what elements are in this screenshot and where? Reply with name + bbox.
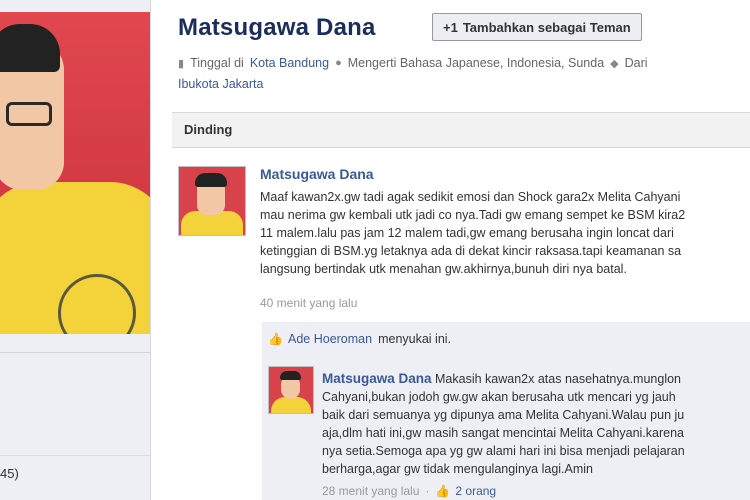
add-friend-icon: +1 xyxy=(443,19,458,35)
left-divider xyxy=(0,352,150,353)
profile-info-line: ▮ Tinggal di Kota Bandung ● Mengerti Bah… xyxy=(178,56,648,70)
profile-name: Matsugawa Dana xyxy=(178,14,376,41)
liker-name-link[interactable]: Ade Hoeroman xyxy=(288,332,372,346)
comment-line: nya setia.Semoga apa yg gw alami hari in… xyxy=(322,444,685,458)
post-line: 11 malem.lalu pas jam 12 malem tadi,gw e… xyxy=(260,226,674,240)
add-friend-button[interactable]: +1 Tambahkan sebagai Teman xyxy=(432,13,642,41)
lives-city-link[interactable]: Kota Bandung xyxy=(250,56,329,70)
comment-avatar[interactable] xyxy=(268,366,314,414)
wall-tab-bar: Dinding xyxy=(172,112,750,148)
comment-line: Cahyani,bukan jodoh gw.gw akan berusaha … xyxy=(322,390,676,404)
post-line: Maaf kawan2x.gw tadi agak sedikit emosi … xyxy=(260,190,681,204)
comment-line: aja,dlm hati ini,gw masih sangat mencint… xyxy=(322,426,684,440)
home-icon: ▮ xyxy=(178,57,185,70)
post-timestamp[interactable]: 40 menit yang lalu xyxy=(260,296,357,310)
column-divider xyxy=(150,0,151,500)
comment-line: baik dari semuanya yg dipunya ama Melita… xyxy=(322,408,685,422)
comment-meta: 28 menit yang lalu · 👍 2 orang xyxy=(322,484,496,498)
likes-suffix: menyukai ini. xyxy=(378,332,452,346)
from-label: Dari xyxy=(624,56,648,70)
comment-timestamp[interactable]: 28 menit yang lalu xyxy=(322,484,419,498)
tab-wall[interactable]: Dinding xyxy=(184,122,232,137)
post-author-link[interactable]: Matsugawa Dana xyxy=(260,166,374,182)
profile-info-line-2: Ibukota Jakarta xyxy=(178,77,263,91)
comment-author-link[interactable]: Matsugawa Dana xyxy=(322,371,432,386)
from-place-link[interactable]: Ibukota Jakarta xyxy=(178,77,263,91)
left-column: 45) xyxy=(0,0,150,500)
photo-glasses xyxy=(6,102,52,126)
location-icon: ◆ xyxy=(610,57,619,70)
languages-text: Mengerti Bahasa Japanese, Indonesia, Sun… xyxy=(347,56,605,70)
profile-picture[interactable] xyxy=(0,12,150,334)
add-friend-label: Tambahkan sebagai Teman xyxy=(462,19,631,35)
comment-like-icon: 👍 xyxy=(435,484,451,498)
comment-like-count-link[interactable]: 2 orang xyxy=(455,484,496,498)
comment-first-line: Matsugawa Dana Makasih kawan2x atas nase… xyxy=(322,370,750,388)
photo-hair xyxy=(0,24,60,72)
friends-count[interactable]: 45) xyxy=(0,466,19,481)
post-line: langsung bertindak utk menahan gw.akhirn… xyxy=(260,262,627,276)
thumbs-up-icon: 👍 xyxy=(268,332,283,346)
lives-label: Tinggal di xyxy=(190,56,244,70)
post-avatar[interactable] xyxy=(178,166,246,236)
comment-line: berharga,agar gw tidak mengulanginya lag… xyxy=(322,462,593,476)
left-divider-2 xyxy=(0,455,150,456)
comment-line: Makasih kawan2x atas nasehatnya.munglon xyxy=(435,372,681,386)
post-line: mau nerima gw kembali utk jadi co nya.Ta… xyxy=(260,208,686,222)
likes-row: 👍 Ade Hoeroman menyukai ini. xyxy=(268,332,451,346)
post-body: Maaf kawan2x.gw tadi agak sedikit emosi … xyxy=(260,188,750,278)
post-line: ketinggian di BSM.yg letaknya ada di dek… xyxy=(260,244,682,258)
comment-body: Matsugawa Dana Makasih kawan2x atas nase… xyxy=(322,370,750,478)
separator-dot: · xyxy=(425,484,430,498)
globe-icon: ● xyxy=(335,57,342,69)
